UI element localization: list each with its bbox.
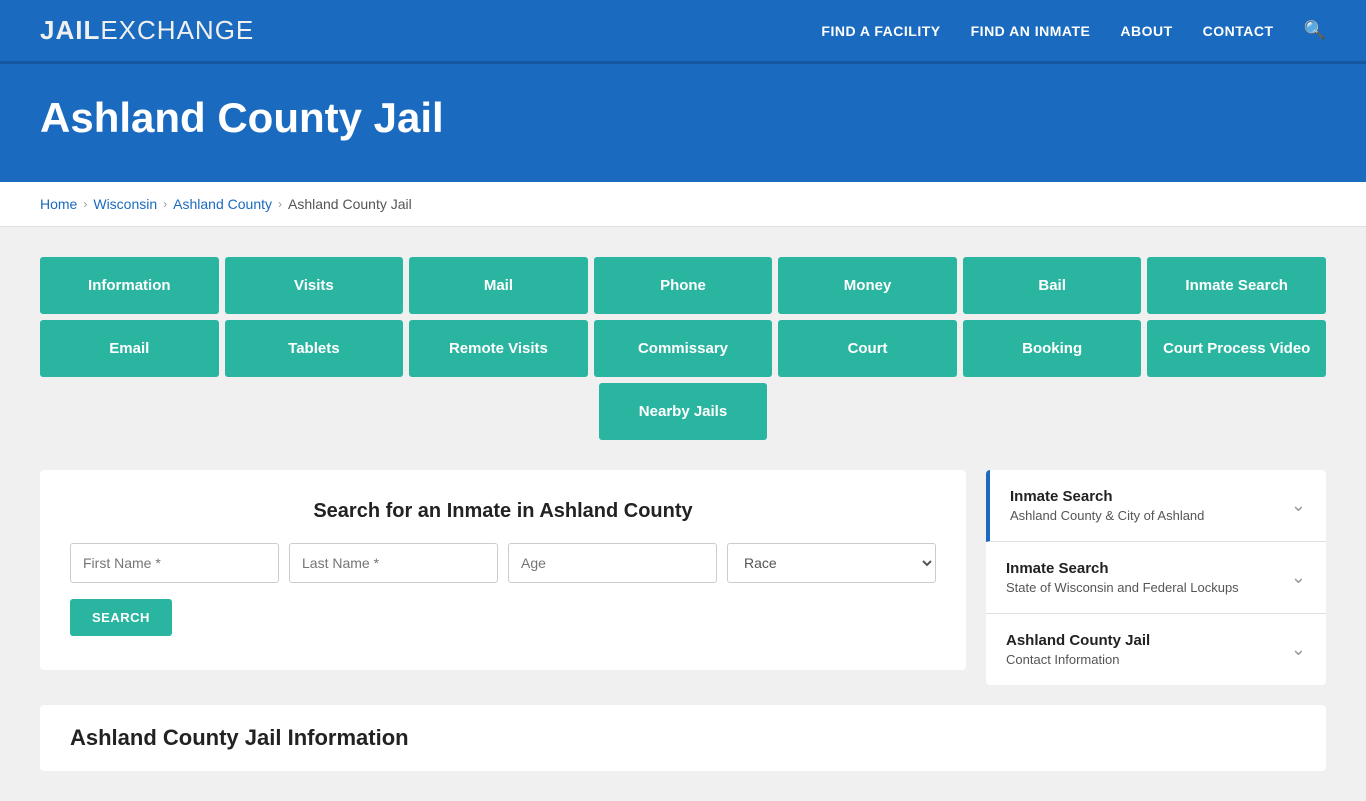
- btn-phone[interactable]: Phone: [594, 257, 773, 314]
- btn-nearby-jails[interactable]: Nearby Jails: [599, 383, 767, 440]
- chevron-down-icon-3: ⌄: [1291, 639, 1306, 660]
- btn-money[interactable]: Money: [778, 257, 957, 314]
- race-select[interactable]: Race White Black Hispanic Asian Native A…: [727, 543, 936, 583]
- nav-find-facility[interactable]: FIND A FACILITY: [821, 23, 940, 39]
- info-panel-text-3: Ashland County Jail Contact Information: [1006, 632, 1150, 667]
- btn-bail[interactable]: Bail: [963, 257, 1142, 314]
- inmate-search-form: Search for an Inmate in Ashland County R…: [40, 470, 966, 670]
- info-panel-title-3: Ashland County Jail: [1006, 632, 1150, 649]
- info-panel-item-2[interactable]: Inmate Search State of Wisconsin and Fed…: [986, 542, 1326, 614]
- hero-section: Ashland County Jail: [0, 64, 1366, 182]
- breadcrumb-sep-2: ›: [163, 197, 167, 211]
- nav-button-grid-row3: Nearby Jails: [40, 383, 1326, 440]
- site-logo[interactable]: JAILEXCHANGE: [40, 15, 254, 46]
- breadcrumb-sep-3: ›: [278, 197, 282, 211]
- info-panel-title-1: Inmate Search: [1010, 488, 1204, 505]
- btn-tablets[interactable]: Tablets: [225, 320, 404, 377]
- breadcrumb: Home › Wisconsin › Ashland County › Ashl…: [40, 196, 1326, 212]
- info-panel-item-1[interactable]: Inmate Search Ashland County & City of A…: [986, 470, 1326, 542]
- nav-about[interactable]: ABOUT: [1120, 23, 1172, 39]
- bottom-section: Search for an Inmate in Ashland County R…: [40, 470, 1326, 685]
- last-name-input[interactable]: [289, 543, 498, 583]
- info-panel-sub-3: Contact Information: [1006, 652, 1150, 667]
- breadcrumb-county[interactable]: Ashland County: [173, 196, 272, 212]
- form-row-names: Race White Black Hispanic Asian Native A…: [70, 543, 936, 583]
- btn-email[interactable]: Email: [40, 320, 219, 377]
- info-panel-text-2: Inmate Search State of Wisconsin and Fed…: [1006, 560, 1239, 595]
- btn-visits[interactable]: Visits: [225, 257, 404, 314]
- breadcrumb-state[interactable]: Wisconsin: [93, 196, 157, 212]
- nav-button-grid-row2: Email Tablets Remote Visits Commissary C…: [40, 320, 1326, 377]
- btn-mail[interactable]: Mail: [409, 257, 588, 314]
- chevron-down-icon-1: ⌄: [1291, 495, 1306, 516]
- search-icon[interactable]: 🔍: [1304, 20, 1326, 41]
- search-button[interactable]: SEARCH: [70, 599, 172, 636]
- btn-commissary[interactable]: Commissary: [594, 320, 773, 377]
- info-panel-item-3[interactable]: Ashland County Jail Contact Information …: [986, 614, 1326, 685]
- section-title-box: Ashland County Jail Information: [40, 705, 1326, 771]
- search-form-title: Search for an Inmate in Ashland County: [70, 500, 936, 523]
- section-title: Ashland County Jail Information: [70, 725, 1296, 751]
- info-panel-text-1: Inmate Search Ashland County & City of A…: [1010, 488, 1204, 523]
- btn-information[interactable]: Information: [40, 257, 219, 314]
- main-nav: FIND A FACILITY FIND AN INMATE ABOUT CON…: [821, 20, 1326, 41]
- info-panel-title-2: Inmate Search: [1006, 560, 1239, 577]
- page-title: Ashland County Jail: [40, 94, 1326, 142]
- breadcrumb-home[interactable]: Home: [40, 196, 77, 212]
- breadcrumb-current: Ashland County Jail: [288, 196, 412, 212]
- btn-court-process-video[interactable]: Court Process Video: [1147, 320, 1326, 377]
- main-content: Information Visits Mail Phone Money Bail…: [0, 227, 1366, 801]
- btn-court[interactable]: Court: [778, 320, 957, 377]
- info-panel-sub-1: Ashland County & City of Ashland: [1010, 508, 1204, 523]
- breadcrumb-sep-1: ›: [83, 197, 87, 211]
- age-input[interactable]: [508, 543, 717, 583]
- first-name-input[interactable]: [70, 543, 279, 583]
- info-panel-sub-2: State of Wisconsin and Federal Lockups: [1006, 580, 1239, 595]
- nav-button-grid-row1: Information Visits Mail Phone Money Bail…: [40, 257, 1326, 314]
- btn-booking[interactable]: Booking: [963, 320, 1142, 377]
- btn-remote-visits[interactable]: Remote Visits: [409, 320, 588, 377]
- nav-find-inmate[interactable]: FIND AN INMATE: [971, 23, 1091, 39]
- breadcrumb-bar: Home › Wisconsin › Ashland County › Ashl…: [0, 182, 1366, 227]
- nav-contact[interactable]: CONTACT: [1203, 23, 1274, 39]
- info-panel: Inmate Search Ashland County & City of A…: [986, 470, 1326, 685]
- chevron-down-icon-2: ⌄: [1291, 567, 1306, 588]
- logo-exchange: EXCHANGE: [100, 15, 254, 45]
- logo-jail: JAIL: [40, 15, 100, 45]
- site-header: JAILEXCHANGE FIND A FACILITY FIND AN INM…: [0, 0, 1366, 64]
- btn-inmate-search[interactable]: Inmate Search: [1147, 257, 1326, 314]
